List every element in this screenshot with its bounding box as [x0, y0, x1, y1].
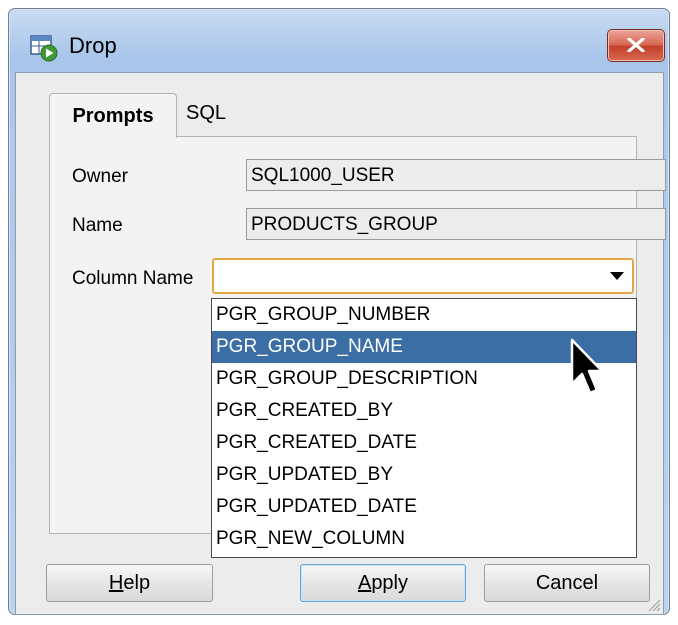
- name-label: Name: [72, 215, 123, 236]
- dropdown-option[interactable]: PGR_UPDATED_DATE: [212, 491, 636, 523]
- name-field[interactable]: PRODUCTS_GROUP: [246, 208, 666, 240]
- column-name-label: Column Name: [72, 268, 194, 289]
- tab-sql[interactable]: SQL: [186, 102, 226, 125]
- close-button[interactable]: [607, 29, 665, 62]
- dropdown-option[interactable]: PGR_CREATED_BY: [212, 395, 636, 427]
- dropdown-option[interactable]: PGR_GROUP_NUMBER: [212, 299, 636, 331]
- mouse-pointer-icon: [570, 338, 604, 395]
- cancel-button[interactable]: Cancel: [484, 564, 650, 602]
- dropdown-option[interactable]: PGR_CREATED_DATE: [212, 427, 636, 459]
- help-button[interactable]: Help: [46, 564, 213, 602]
- tab-prompts[interactable]: Prompts: [49, 93, 177, 138]
- owner-field[interactable]: SQL1000_USER: [246, 159, 666, 191]
- chevron-down-icon[interactable]: [610, 272, 624, 281]
- close-icon: [627, 38, 645, 52]
- apply-mnemonic: A: [357, 571, 372, 594]
- window-title: Drop: [69, 33, 117, 58]
- drop-dialog: Drop Prompts SQL Owner SQL1000_USER Name…: [8, 8, 670, 615]
- help-mnemonic: H: [108, 571, 124, 594]
- table-run-icon: [29, 33, 59, 63]
- column-dropdown-list: PGR_GROUP_NUMBER PGR_GROUP_NAME PGR_GROU…: [211, 298, 637, 558]
- apply-button[interactable]: Apply: [300, 564, 466, 602]
- owner-label: Owner: [72, 166, 128, 187]
- resize-grip-icon[interactable]: [645, 596, 661, 612]
- title-bar[interactable]: Drop: [9, 9, 669, 63]
- column-name-combo[interactable]: [212, 258, 634, 294]
- dropdown-option[interactable]: PGR_NEW_COLUMN: [212, 523, 636, 555]
- apply-label: pply: [371, 571, 409, 594]
- help-label: elp: [123, 571, 151, 594]
- dropdown-option[interactable]: PGR_UPDATED_BY: [212, 459, 636, 491]
